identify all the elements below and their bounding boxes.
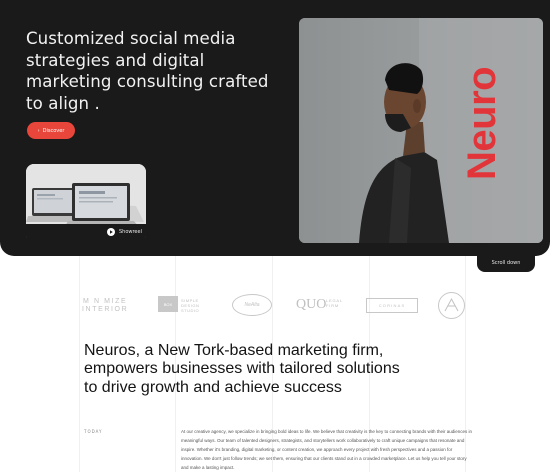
logo-monomize: M N MIZE INTERIOR [82,298,129,313]
about-heading: Neuros, a New Tork-based marketing firm,… [84,342,400,396]
discover-label: Discover [42,127,65,134]
showreel-label: Showreel [119,229,142,235]
play-icon[interactable] [107,228,115,236]
logo-box-text: SIMPLE DESIGN STUDIO [181,298,200,313]
hero-headline: Customized social media strategies and d… [26,29,269,113]
arrow-right-icon: › [37,127,40,134]
brand-wordmark: Neuro [460,66,504,180]
discover-button[interactable]: › Discover [27,122,75,139]
logo-corinas: CORINAS [366,298,418,313]
scroll-down-button[interactable]: Scroll down [477,254,535,272]
logo-quo-subtitle: LEGAL FIRM [326,298,343,308]
logo-box-mark: BOX [158,296,178,312]
about-label: TODAY [84,429,103,434]
hero-section: Customized social media strategies and d… [0,0,550,256]
logo-quo: QUO [296,297,327,312]
logo-ellipse: NeAlta [232,294,272,316]
portrait-image [299,18,543,243]
about-body: At our creative agency, we specialize in… [181,429,472,470]
logo-circle-mark [438,292,465,319]
